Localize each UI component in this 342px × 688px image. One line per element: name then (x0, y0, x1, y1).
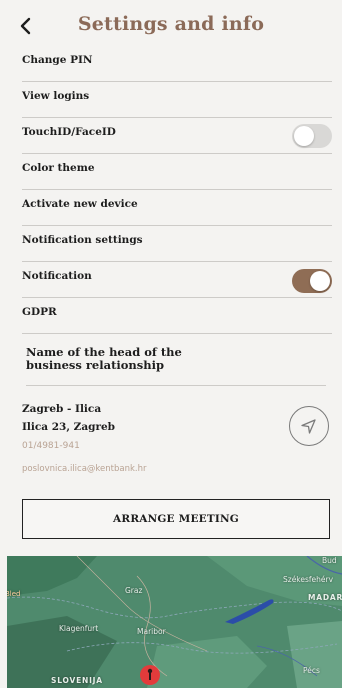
branch-address: Ilica 23, Zagreb (22, 421, 116, 433)
divider (26, 385, 326, 386)
page-title: Settings and info (77, 13, 265, 35)
settings-item-label: Color theme (22, 162, 95, 174)
map-label-partial-left: Bled (7, 590, 21, 598)
settings-item-label: Notification settings (22, 234, 143, 246)
map-label-pecs: Pécs (303, 666, 320, 675)
settings-item-color-theme[interactable]: Color theme (22, 154, 332, 190)
touchid-toggle[interactable] (292, 124, 332, 148)
settings-item-label: TouchID/FaceID (22, 126, 116, 138)
settings-item-label: Change PIN (22, 54, 93, 66)
settings-item-label: Activate new device (22, 198, 138, 210)
settings-item-notification-settings[interactable]: Notification settings (22, 226, 332, 262)
settings-item-view-logins[interactable]: View logins (22, 82, 332, 118)
arrange-meeting-button[interactable]: ARRANGE MEETING (22, 499, 330, 539)
header: Settings and info (0, 0, 342, 52)
settings-item-gdpr[interactable]: GDPR (22, 298, 332, 334)
map-label-szekesfehervar: Székesfehérv (283, 575, 334, 584)
toggle-knob (310, 271, 330, 291)
map-label-klagenfurt: Klagenfurt (59, 624, 99, 633)
settings-item-label: Notification (22, 270, 92, 282)
settings-item-notification: Notification (22, 262, 332, 298)
map-label-madar: MADAR (308, 593, 342, 602)
settings-item-change-pin[interactable]: Change PIN (22, 46, 332, 82)
settings-item-touchid-faceid: TouchID/FaceID (22, 118, 332, 154)
settings-item-label: GDPR (22, 306, 57, 318)
branch-phone-link[interactable]: 01/4981-941 (22, 441, 80, 451)
map-label-slovenija: SLOVENIJA (51, 676, 103, 685)
map-label-graz: Graz (125, 586, 143, 595)
notification-toggle[interactable] (292, 269, 332, 293)
navigation-arrow-icon (301, 419, 316, 434)
settings-item-label: View logins (22, 90, 90, 102)
map-label-partial-top: Bud (322, 556, 337, 565)
navigate-button[interactable] (289, 406, 329, 446)
map-label-maribor: Maribor (137, 627, 166, 636)
toggle-knob (294, 126, 314, 146)
settings-item-activate-new-device[interactable]: Activate new device (22, 190, 332, 226)
relationship-head-title: Name of the head of the business relatio… (26, 345, 182, 372)
map-pin-icon[interactable] (139, 664, 161, 688)
branch-email-link[interactable]: poslovnica.ilica@kentbank.hr (22, 464, 146, 474)
branch-name: Zagreb - Ilica (22, 403, 102, 415)
branch-map[interactable]: Bled Bud Graz Székesfehérv MADAR Klagenf… (7, 556, 342, 688)
